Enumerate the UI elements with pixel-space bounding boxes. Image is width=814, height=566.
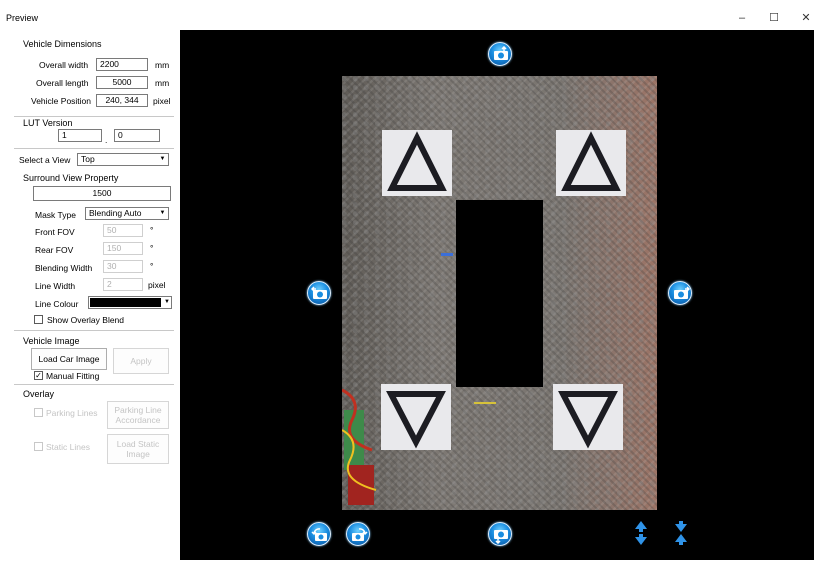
line-width-input[interactable]: 2 bbox=[103, 278, 143, 291]
divider bbox=[14, 148, 174, 149]
lut-version-title: LUT Version bbox=[23, 118, 73, 128]
camera-bottom-icon[interactable] bbox=[488, 522, 512, 546]
vehicle-position-unit: pixel bbox=[153, 96, 171, 106]
line-colour-swatch bbox=[90, 298, 161, 307]
rotate-right-icon[interactable] bbox=[346, 522, 370, 546]
shrink-vertical-icon[interactable] bbox=[674, 520, 688, 546]
mask-type-value: Blending Auto bbox=[89, 208, 142, 218]
overall-width-label: Overall width bbox=[39, 60, 89, 70]
front-fov-input[interactable]: 50 bbox=[103, 224, 143, 237]
divider bbox=[14, 330, 174, 331]
lut-major-input[interactable]: 1 bbox=[58, 129, 102, 142]
vehicle-image-title: Vehicle Image bbox=[23, 336, 80, 346]
window-title: Preview bbox=[6, 13, 39, 23]
show-overlay-checkbox[interactable] bbox=[34, 315, 43, 324]
lut-separator: . bbox=[105, 135, 108, 145]
static-lines-checkbox[interactable] bbox=[34, 442, 43, 451]
line-width-unit: pixel bbox=[148, 280, 166, 290]
window-titlebar: Preview – ☐ ✕ bbox=[0, 0, 814, 30]
surround-view-input[interactable]: 1500 bbox=[33, 186, 171, 201]
rear-fov-unit: ° bbox=[150, 243, 154, 253]
static-lines-label: Static Lines bbox=[46, 442, 90, 452]
surround-view-title: Surround View Property bbox=[23, 173, 119, 183]
blending-width-label: Blending Width bbox=[35, 263, 93, 273]
calibration-marker-rear-left bbox=[381, 384, 451, 450]
blue-marker-line bbox=[441, 253, 453, 256]
rotate-left-icon[interactable] bbox=[307, 522, 331, 546]
chevron-down-icon: ▼ bbox=[159, 210, 166, 216]
close-button[interactable]: ✕ bbox=[798, 11, 814, 25]
vehicle-position-label: Vehicle Position bbox=[31, 96, 92, 106]
chevron-down-icon: ▼ bbox=[159, 156, 166, 162]
calibration-marker-front-left bbox=[382, 130, 452, 196]
calibration-marker-front-right bbox=[556, 130, 626, 196]
expand-vertical-icon[interactable] bbox=[634, 520, 648, 546]
overall-width-unit: mm bbox=[155, 60, 170, 70]
overall-width-input[interactable]: 2200 bbox=[96, 58, 148, 71]
chevron-down-icon: ▼ bbox=[164, 299, 170, 305]
parking-line-accordance-button[interactable]: Parking Line Accordance bbox=[107, 401, 169, 429]
lut-minor-input[interactable]: 0 bbox=[114, 129, 160, 142]
front-fov-unit: ° bbox=[150, 225, 154, 235]
load-static-image-button[interactable]: Load Static Image bbox=[107, 434, 169, 464]
rear-fov-label: Rear FOV bbox=[35, 245, 74, 255]
show-overlay-label: Show Overlay Blend bbox=[47, 315, 125, 325]
manual-fitting-label: Manual Fitting bbox=[46, 371, 100, 381]
mask-type-label: Mask Type bbox=[35, 210, 76, 220]
manual-fitting-checkbox[interactable]: ✓ bbox=[34, 371, 43, 380]
vehicle-position-input[interactable]: 240, 344 bbox=[96, 94, 148, 107]
select-view-dropdown[interactable]: Top ▼ bbox=[77, 153, 169, 166]
divider bbox=[14, 116, 174, 117]
front-fov-label: Front FOV bbox=[35, 227, 75, 237]
overlay-title: Overlay bbox=[23, 389, 55, 399]
line-colour-label: Line Colour bbox=[35, 299, 79, 309]
rear-fov-input[interactable]: 150 bbox=[103, 242, 143, 255]
yellow-marker-line bbox=[474, 402, 496, 404]
overall-length-label: Overall length bbox=[36, 78, 89, 88]
camera-left-icon[interactable] bbox=[307, 281, 331, 305]
vehicle-mask bbox=[456, 200, 543, 387]
overall-length-unit: mm bbox=[155, 78, 170, 88]
camera-top-icon[interactable] bbox=[488, 42, 512, 66]
camera-right-icon[interactable] bbox=[668, 281, 692, 305]
divider bbox=[14, 384, 174, 385]
load-car-image-button[interactable]: Load Car Image bbox=[31, 348, 107, 370]
select-view-value: Top bbox=[81, 154, 95, 164]
line-colour-picker[interactable]: ▼ bbox=[88, 296, 172, 309]
minimize-button[interactable]: – bbox=[734, 11, 750, 25]
settings-panel: Vehicle Dimensions Overall width 2200 mm… bbox=[0, 30, 179, 566]
parking-lines-checkbox[interactable] bbox=[34, 408, 43, 417]
blending-width-unit: ° bbox=[150, 261, 154, 271]
vehicle-dimensions-title: Vehicle Dimensions bbox=[23, 39, 102, 49]
select-view-label: Select a View bbox=[19, 155, 71, 165]
blending-width-input[interactable]: 30 bbox=[103, 260, 143, 273]
line-width-label: Line Width bbox=[35, 281, 76, 291]
mask-type-dropdown[interactable]: Blending Auto ▼ bbox=[85, 207, 169, 220]
maximize-button[interactable]: ☐ bbox=[766, 11, 782, 25]
calibration-marker-rear-right bbox=[553, 384, 623, 450]
overall-length-input[interactable]: 5000 bbox=[96, 76, 148, 89]
parking-lines-label: Parking Lines bbox=[46, 408, 98, 418]
apply-button[interactable]: Apply bbox=[113, 348, 169, 374]
cables-object bbox=[342, 388, 377, 505]
